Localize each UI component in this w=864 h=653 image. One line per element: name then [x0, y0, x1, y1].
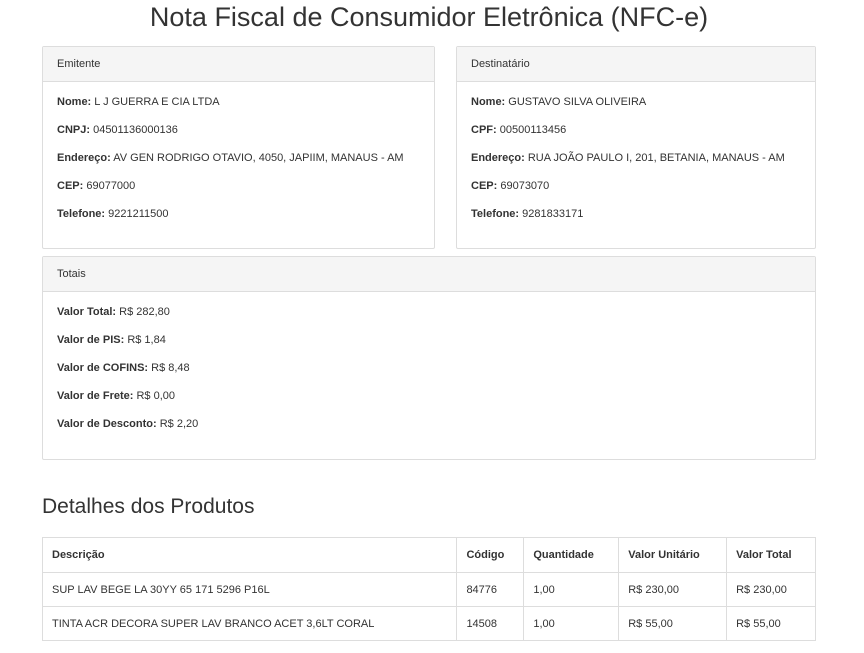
valor-cofins: Valor de COFINS: R$ 8,48: [57, 362, 801, 375]
field-label: CEP:: [57, 180, 84, 192]
emitente-heading: Emitente: [43, 47, 434, 82]
field-value: 69077000: [86, 180, 136, 192]
column-header-valor-unitario: Valor Unitário: [618, 537, 728, 573]
cell-quantidade: 1,00: [523, 572, 620, 607]
field-label: Valor de COFINS:: [57, 362, 149, 374]
field-value: AV GEN RODRIGO OTAVIO, 4050, JAPIIM, MAN…: [113, 152, 404, 164]
cell-valor-unitario: R$ 230,00: [618, 572, 728, 607]
field-label: Valor Total:: [57, 306, 117, 318]
field-label: Nome:: [57, 96, 92, 108]
field-label: Valor de Frete:: [57, 390, 134, 402]
destinatario-cep: CEP: 69073070: [471, 180, 801, 193]
cell-valor-total: R$ 230,00: [726, 572, 816, 607]
destinatario-heading: Destinatário: [457, 47, 815, 82]
cell-codigo: 84776: [456, 572, 525, 607]
field-value: R$ 8,48: [151, 362, 190, 374]
emitente-nome: Nome: L J GUERRA E CIA LTDA: [57, 96, 420, 109]
emitente-telefone: Telefone: 9221211500: [57, 208, 420, 221]
field-label: CNPJ:: [57, 124, 91, 136]
emitente-panel: Emitente Nome: L J GUERRA E CIA LTDA CNP…: [42, 46, 435, 249]
valor-frete: Valor de Frete: R$ 0,00: [57, 390, 801, 403]
field-label: Telefone:: [471, 208, 520, 220]
table-row: SUP LAV BEGE LA 30YY 65 171 5296 P16L 84…: [41, 572, 816, 607]
field-value: 00500113456: [499, 124, 567, 136]
products-table: Descrição Código Quantidade Valor Unitár…: [41, 537, 816, 641]
cell-quantidade: 1,00: [523, 606, 620, 641]
destinatario-endereco: Endereço: RUA JOÃO PAULO I, 201, BETANIA…: [471, 152, 801, 165]
field-value: 69073070: [500, 180, 550, 192]
column-header-codigo: Código: [456, 537, 525, 573]
field-value: R$ 282,80: [119, 306, 170, 318]
destinatario-panel: Destinatário Nome: GUSTAVO SILVA OLIVEIR…: [456, 46, 816, 249]
field-label: Valor de PIS:: [57, 334, 125, 346]
field-value: 9281833171: [522, 208, 584, 220]
destinatario-body: Nome: GUSTAVO SILVA OLIVEIRA CPF: 005001…: [457, 82, 815, 221]
field-value: R$ 2,20: [159, 418, 199, 430]
table-row: TINTA ACR DECORA SUPER LAV BRANCO ACET 3…: [41, 606, 816, 641]
valor-total: Valor Total: R$ 282,80: [57, 306, 801, 319]
field-value: R$ 0,00: [136, 390, 176, 402]
cell-valor-unitario: R$ 55,00: [618, 606, 728, 641]
field-label: Endereço:: [57, 152, 111, 164]
emitente-cep: CEP: 69077000: [57, 180, 420, 193]
emitente-endereco: Endereço: AV GEN RODRIGO OTAVIO, 4050, J…: [57, 152, 420, 165]
field-value: 9221211500: [108, 208, 169, 220]
field-value: GUSTAVO SILVA OLIVEIRA: [508, 96, 647, 108]
field-label: Telefone:: [57, 208, 106, 220]
cell-descricao: TINTA ACR DECORA SUPER LAV BRANCO ACET 3…: [41, 606, 458, 641]
cell-codigo: 14508: [456, 606, 525, 641]
field-value: RUA JOÃO PAULO I, 201, BETANIA, MANAUS -…: [527, 152, 785, 164]
column-header-descricao: Descrição: [41, 537, 458, 573]
field-value: R$ 1,84: [127, 334, 166, 346]
field-label: CEP:: [471, 180, 498, 192]
destinatario-telefone: Telefone: 9281833171: [471, 208, 801, 221]
column-header-quantidade: Quantidade: [523, 537, 620, 573]
column-header-valor-total: Valor Total: [726, 537, 816, 573]
field-label: Endereço:: [471, 152, 525, 164]
totais-panel: Totais Valor Total: R$ 282,80 Valor de P…: [42, 256, 816, 460]
totais-heading: Totais: [43, 257, 815, 292]
destinatario-nome: Nome: GUSTAVO SILVA OLIVEIRA: [471, 96, 801, 109]
products-heading: Detalhes dos Produtos: [42, 495, 255, 518]
field-label: Nome:: [471, 96, 506, 108]
cell-valor-total: R$ 55,00: [726, 606, 816, 641]
field-value: L J GUERRA E CIA LTDA: [94, 96, 220, 108]
page-title: Nota Fiscal de Consumidor Eletrônica (NF…: [149, 2, 709, 32]
field-label: Valor de Desconto:: [57, 418, 157, 430]
emitente-cnpj: CNPJ: 04501136000136: [57, 124, 420, 137]
valor-desconto: Valor de Desconto: R$ 2,20: [57, 418, 801, 431]
cell-descricao: SUP LAV BEGE LA 30YY 65 171 5296 P16L: [41, 572, 458, 607]
table-header-row: Descrição Código Quantidade Valor Unitár…: [41, 537, 816, 573]
field-label: CPF:: [471, 124, 497, 136]
field-value: 04501136000136: [93, 124, 178, 136]
totais-body: Valor Total: R$ 282,80 Valor de PIS: R$ …: [43, 292, 815, 431]
valor-pis: Valor de PIS: R$ 1,84: [57, 334, 801, 347]
emitente-body: Nome: L J GUERRA E CIA LTDA CNPJ: 045011…: [43, 82, 434, 221]
destinatario-cpf: CPF: 00500113456: [471, 124, 801, 137]
